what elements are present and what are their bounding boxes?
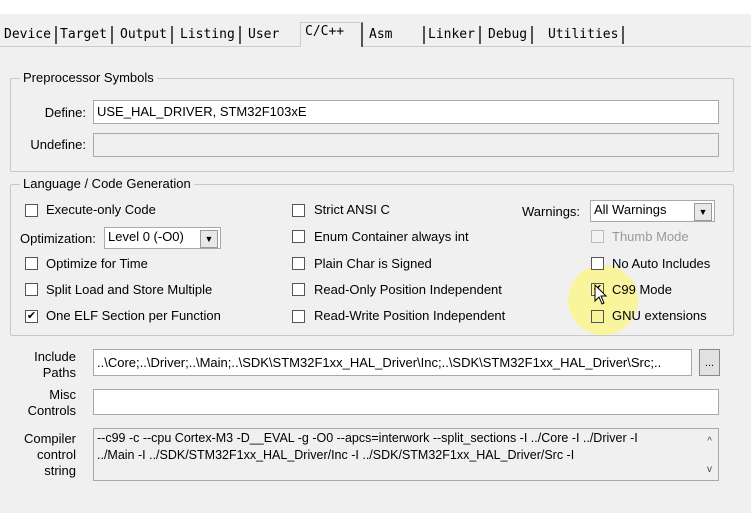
compiler-string-line1: --c99 -c --cpu Cortex-M3 -D__EVAL -g -O0… xyxy=(97,431,638,445)
preprocessor-group xyxy=(10,78,734,172)
split-load-checkbox[interactable] xyxy=(25,283,38,296)
include-paths-label-line1: Include xyxy=(34,349,76,364)
ro-pi-checkbox[interactable] xyxy=(292,283,305,296)
thumb-mode-checkbox[interactable] xyxy=(591,230,604,243)
misc-controls-label: Misc Controls xyxy=(10,387,76,419)
define-input[interactable]: USE_HAL_DRIVER, STM32F103xE xyxy=(93,100,719,124)
compiler-label-line1: Compiler xyxy=(23,431,76,446)
warnings-label: Warnings: xyxy=(522,204,581,219)
title-bar xyxy=(0,0,751,14)
include-paths-browse-button[interactable]: ... xyxy=(699,349,720,376)
warnings-select[interactable]: All Warnings ▼ xyxy=(590,200,715,222)
tab-user[interactable]: User xyxy=(244,26,302,44)
tab-asm[interactable]: Asm xyxy=(365,26,425,44)
no-auto-includes-label: No Auto Includes xyxy=(612,256,711,271)
define-label: Define: xyxy=(44,105,86,120)
chevron-down-icon: ▼ xyxy=(200,230,218,248)
no-auto-includes-checkbox[interactable] xyxy=(591,257,604,270)
warnings-value: All Warnings xyxy=(594,202,667,217)
strict-ansi-label: Strict ANSI C xyxy=(314,202,390,217)
scroll-up-icon[interactable]: ^ xyxy=(707,433,712,450)
rw-pi-checkbox[interactable] xyxy=(292,310,305,323)
compiler-label-line3: string xyxy=(44,463,76,478)
compiler-control-string: --c99 -c --cpu Cortex-M3 -D__EVAL -g -O0… xyxy=(93,428,719,481)
undefine-label: Undefine: xyxy=(30,137,86,152)
language-title: Language / Code Generation xyxy=(20,176,194,191)
thumb-mode-label: Thumb Mode xyxy=(612,229,689,244)
undefine-input[interactable] xyxy=(93,133,719,157)
optimization-label: Optimization: xyxy=(20,231,96,246)
enum-container-label: Enum Container always int xyxy=(314,229,469,244)
optimize-time-label: Optimize for Time xyxy=(46,256,148,271)
one-elf-checkbox[interactable]: ✔ xyxy=(25,310,38,323)
plain-char-label: Plain Char is Signed xyxy=(314,256,432,271)
tab-device[interactable]: Device xyxy=(0,26,57,44)
gnu-extensions-checkbox[interactable] xyxy=(591,310,604,323)
gnu-extensions-label: GNU extensions xyxy=(612,308,707,323)
tab-debug[interactable]: Debug xyxy=(484,26,534,44)
misc-label-line2: Controls xyxy=(27,403,76,418)
scroll-down-icon[interactable]: v xyxy=(707,461,712,478)
optimize-time-checkbox[interactable] xyxy=(25,257,38,270)
compiler-label-line2: control xyxy=(36,447,76,462)
optimization-select[interactable]: Level 0 (-O0) ▼ xyxy=(104,227,221,249)
tab-output[interactable]: Output xyxy=(116,26,173,44)
misc-controls-input[interactable] xyxy=(93,389,719,415)
mouse-cursor-icon xyxy=(594,284,608,305)
include-paths-label: Include Paths xyxy=(10,349,76,381)
rw-pi-label: Read-Write Position Independent xyxy=(314,308,506,323)
one-elf-label: One ELF Section per Function xyxy=(46,308,221,323)
preprocessor-title: Preprocessor Symbols xyxy=(20,70,157,85)
misc-label-line1: Misc xyxy=(49,387,76,402)
execute-only-checkbox[interactable] xyxy=(25,204,38,217)
execute-only-label: Execute-only Code xyxy=(46,202,156,217)
ro-pi-label: Read-Only Position Independent xyxy=(314,282,502,297)
tab-linker[interactable]: Linker xyxy=(424,26,481,44)
compiler-string-line2: ../Main -I ../SDK/STM32F1xx_HAL_Driver/I… xyxy=(97,448,575,462)
c99-mode-label: C99 Mode xyxy=(612,282,672,297)
tab-bar: Device Target Output Listing User C/C++ … xyxy=(0,22,751,47)
include-paths-label-line2: Paths xyxy=(42,365,76,380)
enum-container-checkbox[interactable] xyxy=(292,230,305,243)
plain-char-checkbox[interactable] xyxy=(292,257,305,270)
split-load-label: Split Load and Store Multiple xyxy=(46,282,213,297)
tab-cc[interactable]: C/C++ xyxy=(300,22,363,47)
tab-target[interactable]: Target xyxy=(56,26,113,44)
tab-listing[interactable]: Listing xyxy=(176,26,241,44)
strict-ansi-checkbox[interactable] xyxy=(292,204,305,217)
tab-utilities[interactable]: Utilities xyxy=(544,26,625,44)
chevron-down-icon: ▼ xyxy=(694,203,712,221)
optimization-value: Level 0 (-O0) xyxy=(108,229,184,244)
compiler-control-label: Compiler control string xyxy=(10,431,76,479)
include-paths-input[interactable]: ..\Core;..\Driver;..\Main;..\SDK\STM32F1… xyxy=(93,349,692,376)
